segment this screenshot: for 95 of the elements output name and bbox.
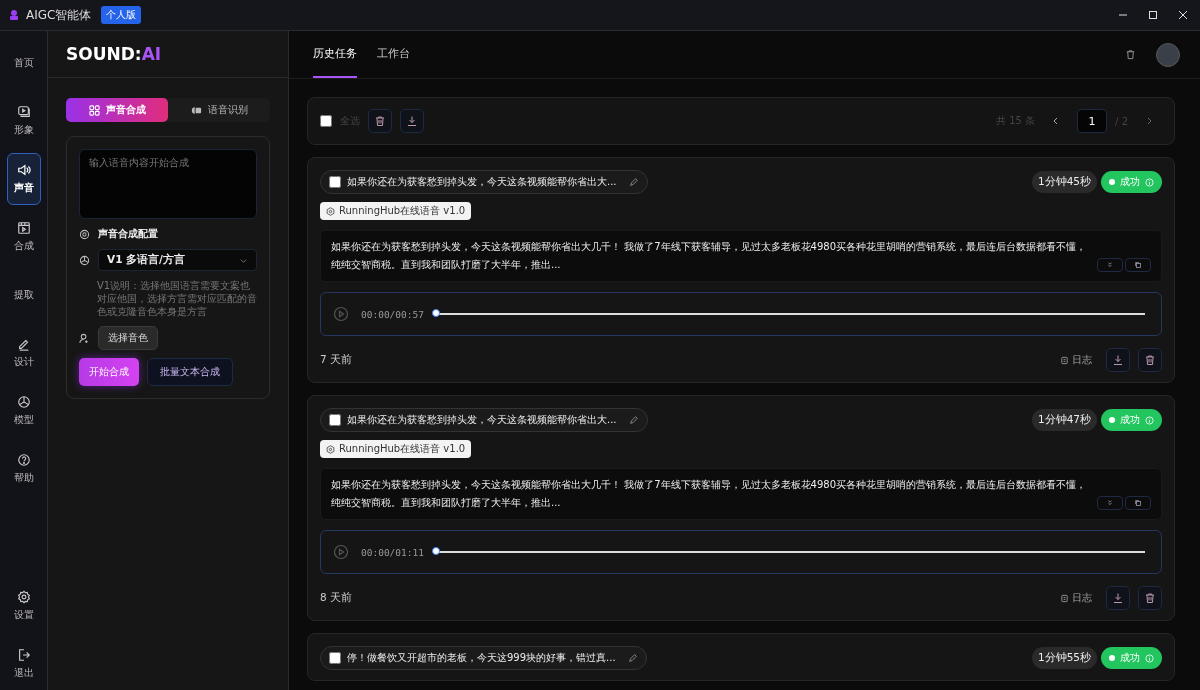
delete-button[interactable]: [1138, 348, 1162, 372]
trash-icon: [1144, 354, 1156, 366]
play-icon[interactable]: [333, 544, 349, 560]
status-dot: [1109, 417, 1115, 423]
help-icon: [16, 453, 31, 467]
edition-badge: 个人版: [101, 6, 142, 24]
mode-tab[interactable]: 语音识别: [168, 98, 270, 122]
nav-item[interactable]: 设置: [6, 580, 41, 632]
batch-button[interactable]: 批量文本合成: [147, 358, 233, 386]
task-title: 如果你还在为获客愁到掉头发，今天这条视频能帮你省出大...: [347, 413, 617, 427]
model-select[interactable]: V1 多语言/方言: [98, 249, 257, 271]
settings-icon: [16, 590, 31, 604]
logout-icon: [16, 648, 31, 662]
download-icon: [406, 115, 418, 127]
model-tag: RunningHub在线语音 v1.0: [320, 440, 472, 458]
trash-icon: [1144, 592, 1156, 604]
task-title: 如果你还在为获客愁到掉头发，今天这条视频能帮你省出大...: [347, 175, 617, 189]
task-text: 如果你还在为获客愁到掉头发，今天这条视频能帮你省出大几千！ 我做了7年线下获客辅导，见过太多老板花4980买各种花里胡哨的营销系统，最后连后台数据都看不懂，纯纯交智商税。直到我和团队打磨了大半年，推出...: [331, 240, 1087, 272]
chevrons-down-icon: [1106, 261, 1114, 269]
film-icon: [16, 221, 31, 235]
copy-button[interactable]: [1125, 496, 1151, 510]
nav-item[interactable]: 合成: [6, 211, 41, 263]
info-icon: [1145, 415, 1154, 425]
time-display: 00:00/00:57: [361, 308, 424, 320]
duration-badge: 1分钟47秒: [1031, 409, 1097, 431]
status-badge: 成功: [1101, 409, 1162, 431]
status-dot: [1109, 655, 1115, 661]
play-icon[interactable]: [333, 306, 349, 322]
status-badge: 成功: [1101, 171, 1162, 193]
edit-icon[interactable]: [627, 653, 638, 663]
delete-button[interactable]: [368, 109, 392, 133]
main-tab[interactable]: 工作台: [377, 31, 410, 78]
duration-badge: 1分钟55秒: [1031, 647, 1097, 669]
download-icon: [1112, 592, 1124, 604]
sound-ai-logo: SOUND:AI: [48, 31, 288, 78]
status-badge: 成功: [1101, 647, 1162, 669]
user-icon: [79, 332, 90, 344]
nav-item[interactable]: 首页: [6, 37, 41, 89]
copy-icon: [1134, 261, 1142, 269]
nav-item[interactable]: 模型: [6, 385, 41, 437]
duration-badge: 1分钟45秒: [1031, 171, 1097, 193]
text-input-field[interactable]: 输入语音内容开始合成: [79, 149, 257, 219]
status-dot: [1109, 179, 1115, 185]
progress-thumb[interactable]: [431, 309, 440, 317]
grid-icon: [88, 104, 100, 116]
mode-tab[interactable]: 声音合成: [66, 98, 168, 122]
main-tab[interactable]: 历史任务: [313, 31, 357, 78]
download-button[interactable]: [1106, 348, 1130, 372]
task-checkbox[interactable]: [329, 176, 341, 188]
document-icon: [1060, 355, 1069, 365]
task-checkbox[interactable]: [329, 414, 341, 426]
copy-button[interactable]: [1125, 258, 1151, 272]
close-icon[interactable]: [1178, 10, 1188, 20]
select-all-checkbox[interactable]: [320, 115, 332, 127]
info-icon: [1145, 177, 1154, 187]
app-logo-icon: [8, 9, 20, 21]
choose-voice-button[interactable]: 选择音色: [98, 326, 158, 350]
log-link[interactable]: 日志: [1060, 591, 1092, 605]
chevrons-down-icon: [1106, 499, 1114, 507]
edit-icon[interactable]: [628, 415, 639, 425]
download-button[interactable]: [1106, 586, 1130, 610]
document-icon: [1060, 593, 1069, 603]
task-checkbox[interactable]: [329, 652, 341, 664]
page-input-field[interactable]: 1: [1077, 109, 1108, 133]
log-link[interactable]: 日志: [1060, 353, 1092, 367]
time-ago: 8 天前: [320, 591, 353, 605]
nav-item[interactable]: 提取: [6, 269, 41, 321]
model-note: V1说明：选择他国语言需要文案也对应他国，选择方言需对应匹配的音色或克隆音色本身是方言: [96, 279, 257, 318]
nav-item[interactable]: 设计: [6, 327, 41, 379]
maximize-icon[interactable]: [1148, 10, 1158, 20]
avatar[interactable]: [1156, 42, 1180, 67]
delete-button[interactable]: [1138, 586, 1162, 610]
download-icon: [1112, 354, 1124, 366]
start-button[interactable]: 开始合成: [79, 358, 139, 386]
nav-item[interactable]: 帮助: [6, 443, 41, 495]
model-tag: RunningHub在线语音 v1.0: [320, 202, 472, 220]
download-button[interactable]: [400, 109, 424, 133]
time-ago: 7 天前: [320, 353, 353, 367]
settings-icon: [79, 228, 90, 240]
nav-item[interactable]: 形象: [6, 95, 41, 147]
video-icon: [16, 105, 31, 119]
trash-icon[interactable]: [1125, 49, 1136, 60]
info-icon: [1145, 653, 1154, 663]
edit-icon[interactable]: [628, 177, 639, 187]
trash-icon: [374, 115, 386, 127]
nav-item[interactable]: 声音: [6, 153, 41, 205]
copy-icon: [1134, 499, 1142, 507]
pen-icon: [16, 337, 31, 351]
time-display: 00:00/01:11: [361, 546, 424, 558]
nav-item[interactable]: 退出: [6, 638, 41, 690]
app-title: AIGC智能体: [26, 6, 92, 24]
config-title: 声音合成配置: [98, 227, 158, 241]
progress-thumb[interactable]: [431, 547, 440, 555]
task-text: 如果你还在为获客愁到掉头发，今天这条视频能帮你省出大几千！ 我做了7年线下获客辅导，见过太多老板花4980买各种花里胡哨的营销系统，最后连后台数据都看不懂，纯纯交智商税。直到我和团队打磨了大半年，推出...: [331, 478, 1087, 510]
task-title: 停！做餐饮又开超市的老板，今天这999块的好事，错过真...: [347, 651, 616, 665]
